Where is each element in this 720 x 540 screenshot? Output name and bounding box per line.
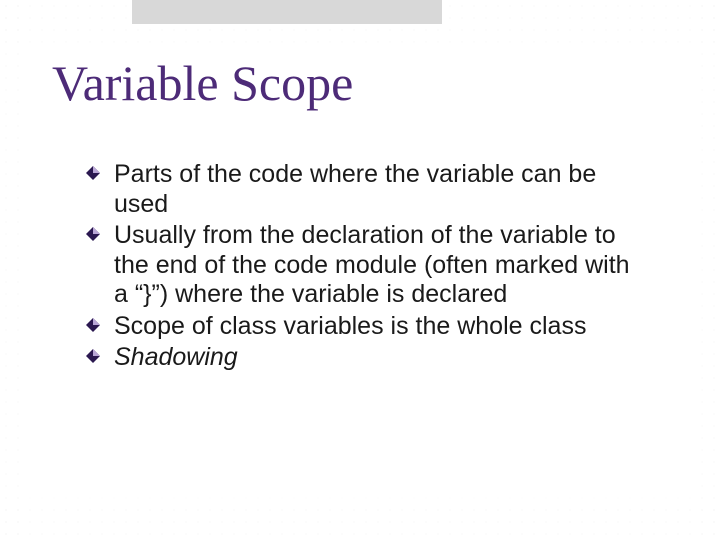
bullet-text: Scope of class variables is the whole cl… [114,312,586,340]
title-placeholder-bar [132,0,442,24]
list-item: Shadowing [86,343,646,373]
slide-title: Variable Scope [52,54,353,112]
diamond-bullet-icon [86,227,100,241]
bullet-text: Parts of the code where the variable can… [114,160,596,218]
bullet-text: Shadowing [114,343,238,371]
diamond-bullet-icon [86,349,100,363]
list-item: Usually from the declaration of the vari… [86,221,646,310]
bullet-list: Parts of the code where the variable can… [86,160,646,373]
diamond-bullet-icon [86,166,100,180]
slide-body: Parts of the code where the variable can… [86,160,646,375]
bullet-text: Usually from the declaration of the vari… [114,221,630,308]
slide-stage: Variable Scope Parts of the code where t… [0,0,720,540]
list-item: Parts of the code where the variable can… [86,160,646,219]
list-item: Scope of class variables is the whole cl… [86,312,646,342]
diamond-bullet-icon [86,318,100,332]
